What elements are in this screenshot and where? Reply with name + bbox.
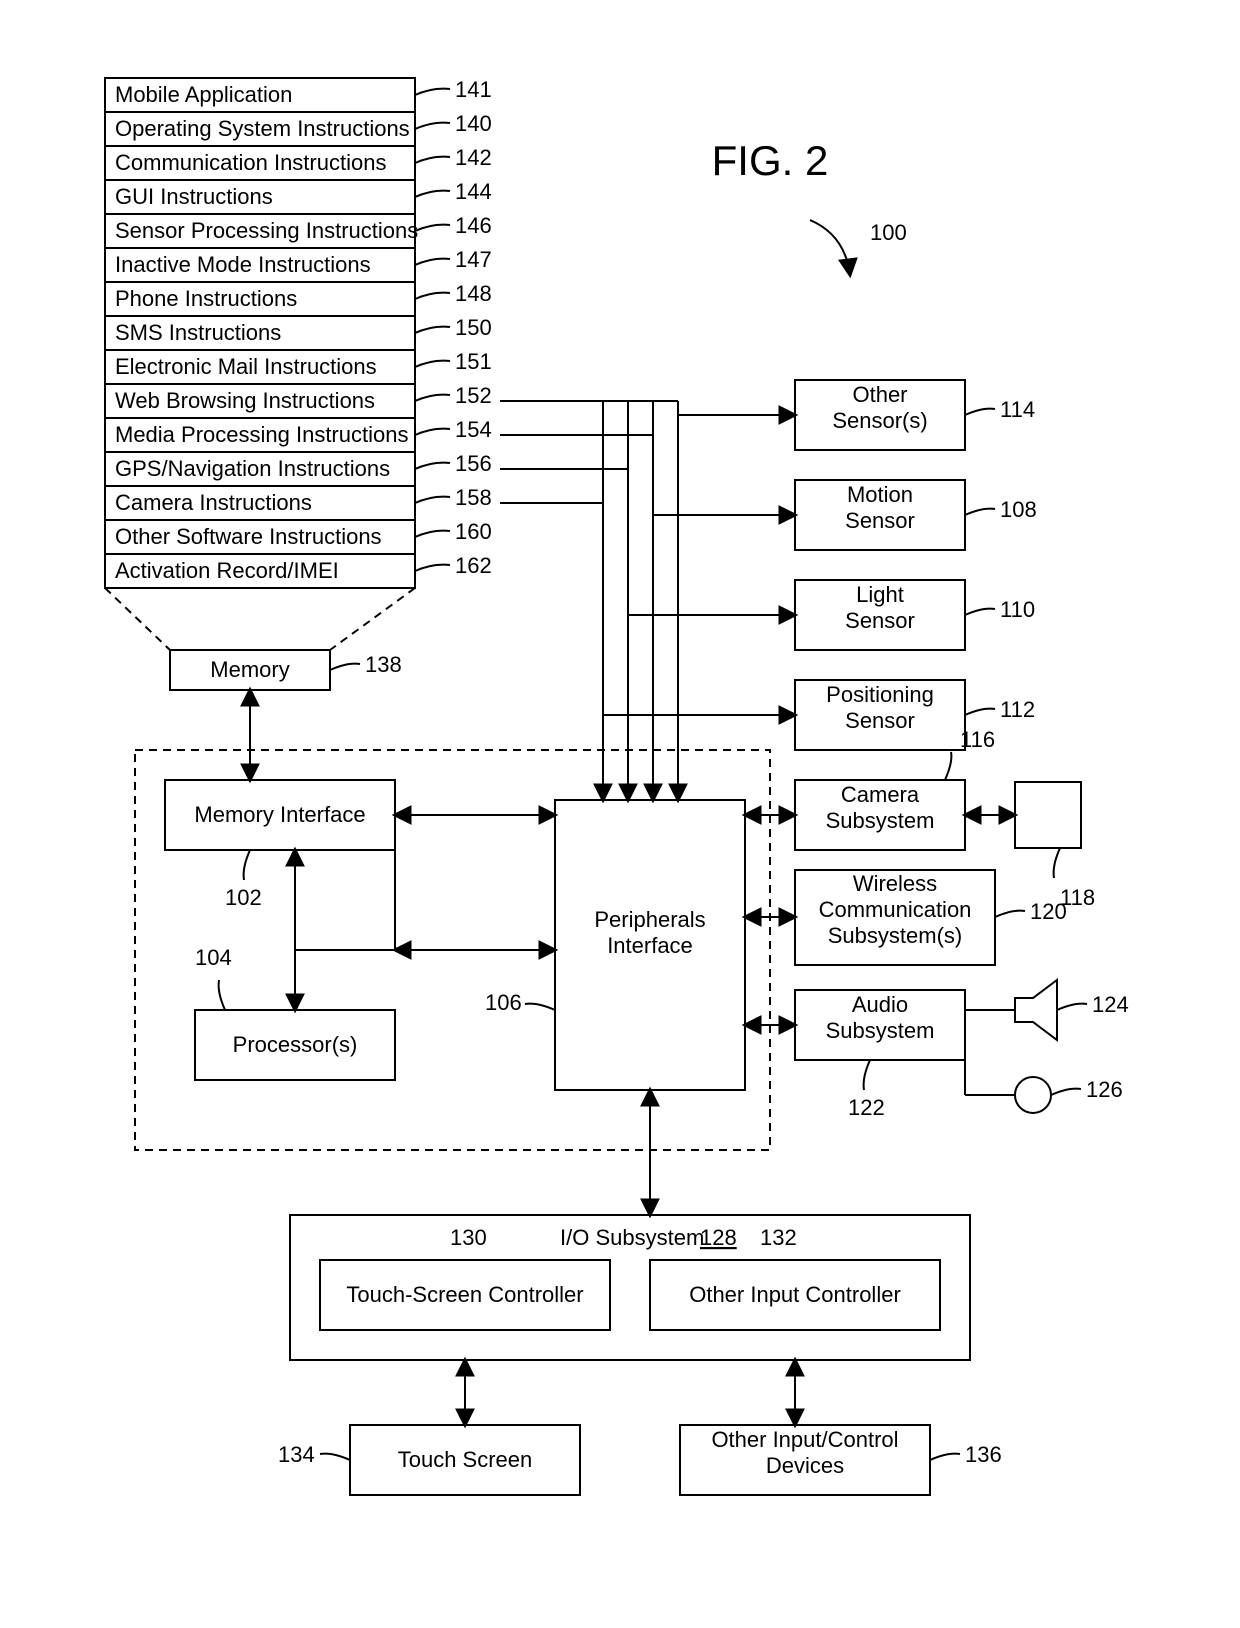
svg-text:150: 150 (455, 315, 492, 340)
svg-text:140: 140 (455, 111, 492, 136)
svg-text:134: 134 (278, 1442, 315, 1467)
svg-text:122: 122 (848, 1095, 885, 1120)
svg-text:148: 148 (455, 281, 492, 306)
figure-title: FIG. 2 (712, 137, 829, 184)
svg-text:152: 152 (455, 383, 492, 408)
svg-text:136: 136 (965, 1442, 1002, 1467)
svg-text:130: 130 (450, 1225, 487, 1250)
memory-row-label: Sensor Processing Instructions (115, 218, 418, 243)
svg-text:162: 162 (455, 553, 492, 578)
memory-instruction-table: Mobile Application Operating System Inst… (105, 78, 418, 588)
svg-text:108: 108 (1000, 497, 1037, 522)
svg-text:151: 151 (455, 349, 492, 374)
memory-row-label: Media Processing Instructions (115, 422, 408, 447)
svg-text:114: 114 (1000, 397, 1035, 422)
svg-text:Touch Screen: Touch Screen (398, 1447, 533, 1472)
svg-text:120: 120 (1030, 899, 1067, 924)
memory-row-label: Camera Instructions (115, 490, 312, 515)
memory-label: Memory (210, 657, 289, 682)
memory-row-label: Phone Instructions (115, 286, 297, 311)
memory-row-refs: 141 140 142 144 146 147 148 150 151 152 … (415, 77, 492, 578)
svg-text:141: 141 (455, 77, 492, 102)
svg-text:116: 116 (960, 727, 995, 752)
svg-text:126: 126 (1086, 1077, 1123, 1102)
memory-row-label: Other Software Instructions (115, 524, 382, 549)
svg-text:142: 142 (455, 145, 492, 170)
microphone-icon (1015, 1077, 1051, 1113)
speaker-icon (1015, 980, 1057, 1040)
svg-text:144: 144 (455, 179, 492, 204)
memory-row-label: Activation Record/IMEI (115, 558, 339, 583)
memory-row-label: SMS Instructions (115, 320, 281, 345)
svg-text:147: 147 (455, 247, 492, 272)
io-subsystem-label: I/O Subsystem (560, 1225, 704, 1250)
svg-text:160: 160 (455, 519, 492, 544)
svg-text:Memory Interface: Memory Interface (194, 802, 365, 827)
memory-row-label: Inactive Mode Instructions (115, 252, 371, 277)
svg-text:102: 102 (225, 885, 262, 910)
svg-text:CameraSubsystem: CameraSubsystem (826, 782, 935, 833)
svg-text:138: 138 (365, 652, 402, 677)
io-subsystem-ref: 128 (700, 1225, 737, 1250)
memory-row-label: Mobile Application (115, 82, 292, 107)
svg-text:146: 146 (455, 213, 492, 238)
svg-text:Other Input Controller: Other Input Controller (689, 1282, 901, 1307)
memory-row-label: GPS/Navigation Instructions (115, 456, 390, 481)
figure-ref: 100 (870, 220, 907, 245)
memory-row-label: Operating System Instructions (115, 116, 410, 141)
svg-text:Touch-Screen Controller: Touch-Screen Controller (346, 1282, 583, 1307)
memory-row-label: Electronic Mail Instructions (115, 354, 377, 379)
svg-text:PeripheralsInterface: PeripheralsInterface (594, 907, 705, 958)
svg-text:106: 106 (485, 990, 522, 1015)
memory-row-label: Communication Instructions (115, 150, 386, 175)
svg-text:158: 158 (455, 485, 492, 510)
figure-2-diagram: FIG. 2 100 Mobile Application Operating … (0, 0, 1240, 1628)
memory-row-label: GUI Instructions (115, 184, 273, 209)
svg-text:154: 154 (455, 417, 492, 442)
svg-text:Processor(s): Processor(s) (233, 1032, 358, 1057)
svg-text:124: 124 (1092, 992, 1129, 1017)
svg-text:132: 132 (760, 1225, 797, 1250)
svg-text:156: 156 (455, 451, 492, 476)
svg-text:MotionSensor: MotionSensor (845, 482, 915, 533)
svg-text:112: 112 (1000, 697, 1035, 722)
svg-text:110: 110 (1000, 597, 1035, 622)
camera-device-box (1015, 782, 1081, 848)
memory-row-label: Web Browsing Instructions (115, 388, 375, 413)
svg-text:104: 104 (195, 945, 232, 970)
